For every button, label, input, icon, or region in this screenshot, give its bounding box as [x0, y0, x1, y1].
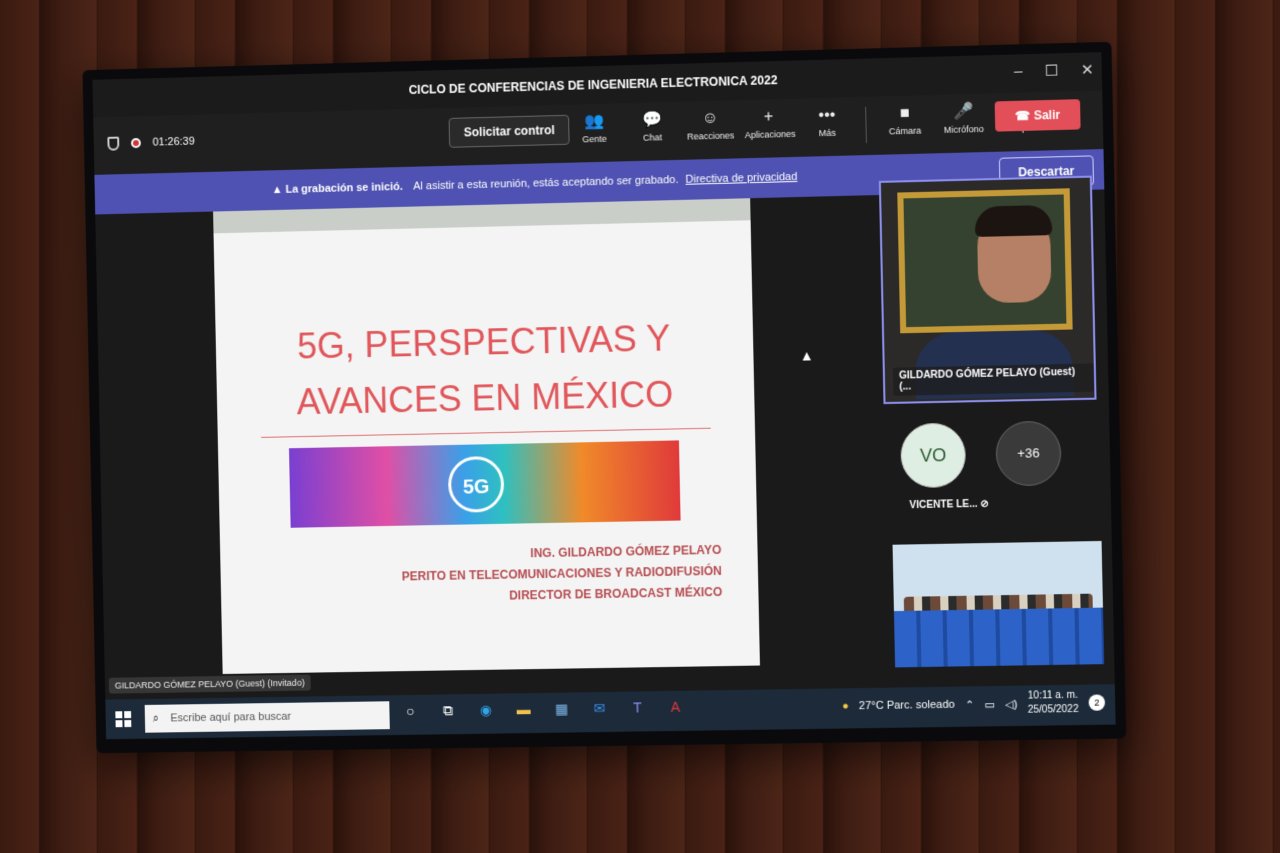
participant-hair — [974, 204, 1053, 237]
file-explorer-icon[interactable]: ▬ — [512, 701, 534, 718]
slide-title-line2: AVANCES EN MÉXICO — [296, 373, 674, 423]
people-button[interactable]: 👥 Gente — [570, 109, 619, 154]
teams-icon[interactable]: T — [626, 699, 648, 716]
participant-name-tag: GILDARDO GÓMEZ PELAYO (Guest) (... — [892, 363, 1095, 396]
mic-muted-icon: ⊘ — [980, 498, 990, 510]
acrobat-icon[interactable]: A — [664, 699, 686, 716]
reactions-icon: ☺ — [701, 109, 719, 128]
5g-badge: 5G — [447, 455, 505, 513]
network-icon[interactable]: ▭ — [984, 698, 995, 711]
apps-icon: + — [763, 108, 774, 126]
leave-button[interactable]: ☎ Salir — [994, 99, 1081, 132]
leave-label: Salir — [1033, 107, 1061, 123]
microphone-icon: 🎤 — [953, 102, 974, 121]
apps-button[interactable]: + Aplicaciones — [744, 105, 796, 150]
camera-button[interactable]: ■ Cámara — [880, 101, 929, 147]
microphone-button[interactable]: 🎤 Micrófono — [939, 100, 989, 146]
more-label: Más — [818, 127, 837, 139]
store-icon[interactable]: ▦ — [550, 700, 572, 717]
slide-title: 5G, PERSPECTIVAS Y AVANCES EN MÉXICO — [215, 308, 754, 431]
maximize-icon[interactable]: ☐ — [1045, 61, 1059, 80]
cortana-icon[interactable]: ○ — [399, 703, 421, 720]
banner-text: Al asistir a esta reunión, estás aceptan… — [413, 173, 679, 193]
recording-icon — [130, 137, 141, 149]
recording-status: 01:26:39 — [107, 135, 195, 151]
request-control-button[interactable]: Solicitar control — [448, 114, 571, 148]
more-participants-button[interactable]: +36 — [995, 420, 1062, 487]
volume-icon[interactable]: ◁) — [1005, 697, 1018, 710]
taskbar-apps: ○ ⧉ ◉ ▬ ▦ ✉ T A — [399, 699, 686, 720]
presenter-tag: GILDARDO GÓMEZ PELAYO (Guest) (Invitado) — [108, 674, 311, 694]
tv-display: CICLO DE CONFERENCIAS DE INGENIERIA ELEC… — [82, 41, 1127, 754]
clock[interactable]: 10:11 a. m. 25/05/2022 — [1027, 689, 1079, 718]
clock-date: 25/05/2022 — [1027, 703, 1079, 716]
warning-icon: ▲ — [271, 183, 286, 197]
avatar-name: VICENTE LE... ⊘ — [909, 499, 989, 512]
mail-icon[interactable]: ✉ — [588, 700, 610, 717]
teams-window: CICLO DE CONFERENCIAS DE INGENIERIA ELEC… — [92, 52, 1116, 740]
avatar-name-text: VICENTE LE... — [909, 498, 978, 512]
windows-start-icon[interactable] — [115, 711, 132, 728]
weather-text[interactable]: 27°C Parc. soleado — [859, 699, 955, 713]
notification-badge[interactable]: 2 — [1088, 694, 1106, 711]
search-icon: ⌕ — [152, 712, 159, 725]
edge-icon[interactable]: ◉ — [475, 702, 497, 719]
room-video-tile[interactable] — [892, 540, 1105, 668]
reactions-label: Reacciones — [686, 130, 735, 142]
toolbar-divider — [865, 106, 867, 144]
meeting-stage: 5G, PERSPECTIVAS Y AVANCES EN MÉXICO 5G … — [95, 175, 1115, 700]
people-icon: 👥 — [584, 112, 605, 131]
banner-title: La grabación se inició. — [285, 180, 403, 196]
more-button[interactable]: ••• Más — [803, 103, 852, 148]
chat-icon: 💬 — [641, 111, 663, 129]
more-icon: ••• — [818, 106, 836, 125]
task-view-icon[interactable]: ⧉ — [437, 702, 459, 719]
apps-label: Aplicaciones — [744, 128, 796, 141]
shared-slide: 5G, PERSPECTIVAS Y AVANCES EN MÉXICO 5G … — [213, 198, 760, 674]
minimize-icon[interactable]: – — [1014, 62, 1023, 80]
chevron-up-icon[interactable]: ⌃ — [965, 698, 975, 711]
system-tray: ● 27°C Parc. soleado ⌃ ▭ ◁) 10:11 a. m. … — [842, 688, 1106, 720]
reactions-button[interactable]: ☺ Reacciones — [686, 106, 735, 151]
5g-banner-image: 5G — [288, 440, 681, 528]
taskbar-search-input[interactable]: ⌕ Escribe aquí para buscar — [144, 701, 390, 733]
search-placeholder: Escribe aquí para buscar — [170, 710, 292, 725]
close-icon[interactable]: ✕ — [1081, 60, 1094, 79]
chat-label: Chat — [642, 132, 663, 143]
slide-author-block: ING. GILDARDO GÓMEZ PELAYO PERITO EN TEL… — [401, 540, 723, 609]
shield-icon — [107, 136, 120, 151]
auditorium-seats — [893, 607, 1105, 668]
window-controls: – ☐ ✕ — [1014, 60, 1094, 80]
mouse-cursor-icon: ▲ — [799, 347, 814, 364]
participant-avatar[interactable]: VO — [900, 422, 967, 489]
people-label: Gente — [582, 133, 607, 145]
hangup-icon: ☎ — [1014, 108, 1034, 124]
chat-button[interactable]: 💬 Chat — [628, 108, 677, 153]
participant-video-tile[interactable]: GILDARDO GÓMEZ PELAYO (Guest) (... — [878, 175, 1097, 405]
toolbar-actions: 👥 Gente 💬 Chat ☺ Reacciones + Aplicacion… — [570, 98, 1047, 155]
camera-label: Cámara — [888, 125, 922, 137]
privacy-link[interactable]: Directiva de privacidad — [685, 171, 797, 186]
camera-icon: ■ — [899, 104, 910, 123]
weather-icon: ● — [841, 700, 849, 713]
meeting-timer: 01:26:39 — [152, 135, 195, 149]
microphone-label: Micrófono — [943, 123, 984, 135]
clock-time: 10:11 a. m. — [1027, 689, 1079, 702]
